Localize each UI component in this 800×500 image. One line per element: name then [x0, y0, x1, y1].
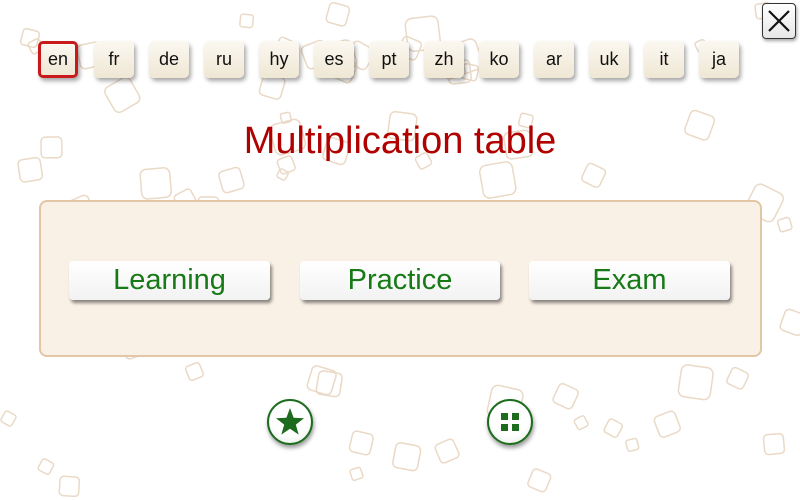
language-button-hy[interactable]: hy: [259, 41, 299, 78]
background-square: [434, 438, 460, 464]
background-square: [306, 365, 337, 396]
background-square: [552, 382, 579, 410]
background-square: [184, 361, 205, 382]
background-square: [58, 475, 81, 498]
favorites-button[interactable]: [267, 399, 313, 445]
background-square: [348, 430, 374, 456]
background-square: [37, 458, 55, 475]
language-button-ar[interactable]: ar: [534, 41, 574, 78]
background-square: [139, 167, 172, 200]
page-title: Multiplication table: [243, 120, 557, 162]
more-apps-button[interactable]: [487, 399, 533, 445]
background-square: [726, 366, 750, 390]
background-square: [478, 161, 517, 199]
background-square: [779, 308, 800, 337]
background-square: [762, 432, 786, 456]
background-square: [392, 442, 422, 472]
background-square: [625, 437, 640, 452]
learning-button[interactable]: Learning: [69, 261, 270, 300]
language-button-es[interactable]: es: [314, 41, 354, 78]
practice-button[interactable]: Practice: [300, 261, 500, 300]
language-button-de[interactable]: de: [149, 41, 189, 78]
close-button[interactable]: [762, 3, 796, 39]
background-square: [0, 410, 17, 427]
language-button-pt[interactable]: pt: [369, 41, 409, 78]
background-square: [325, 1, 351, 27]
star-icon: [276, 408, 304, 435]
grid-icon: [501, 413, 519, 431]
background-square: [573, 415, 589, 431]
language-button-it[interactable]: it: [644, 41, 684, 78]
exam-button[interactable]: Exam: [529, 261, 730, 300]
background-square: [653, 410, 681, 438]
background-square: [603, 418, 624, 438]
language-button-en[interactable]: en: [38, 41, 78, 78]
language-button-fr[interactable]: fr: [94, 41, 134, 78]
language-button-ko[interactable]: ko: [479, 41, 519, 78]
close-icon: [768, 10, 790, 32]
language-button-zh[interactable]: zh: [424, 41, 464, 78]
background-square: [677, 364, 714, 401]
background-square: [239, 13, 255, 29]
background-square: [104, 76, 141, 114]
background-square: [349, 466, 364, 482]
language-button-ru[interactable]: ru: [204, 41, 244, 78]
background-square: [527, 468, 552, 493]
language-button-uk[interactable]: uk: [589, 41, 629, 78]
background-square: [218, 166, 245, 194]
language-button-ja[interactable]: ja: [699, 41, 739, 78]
background-square: [580, 162, 607, 188]
background-square: [776, 216, 793, 233]
